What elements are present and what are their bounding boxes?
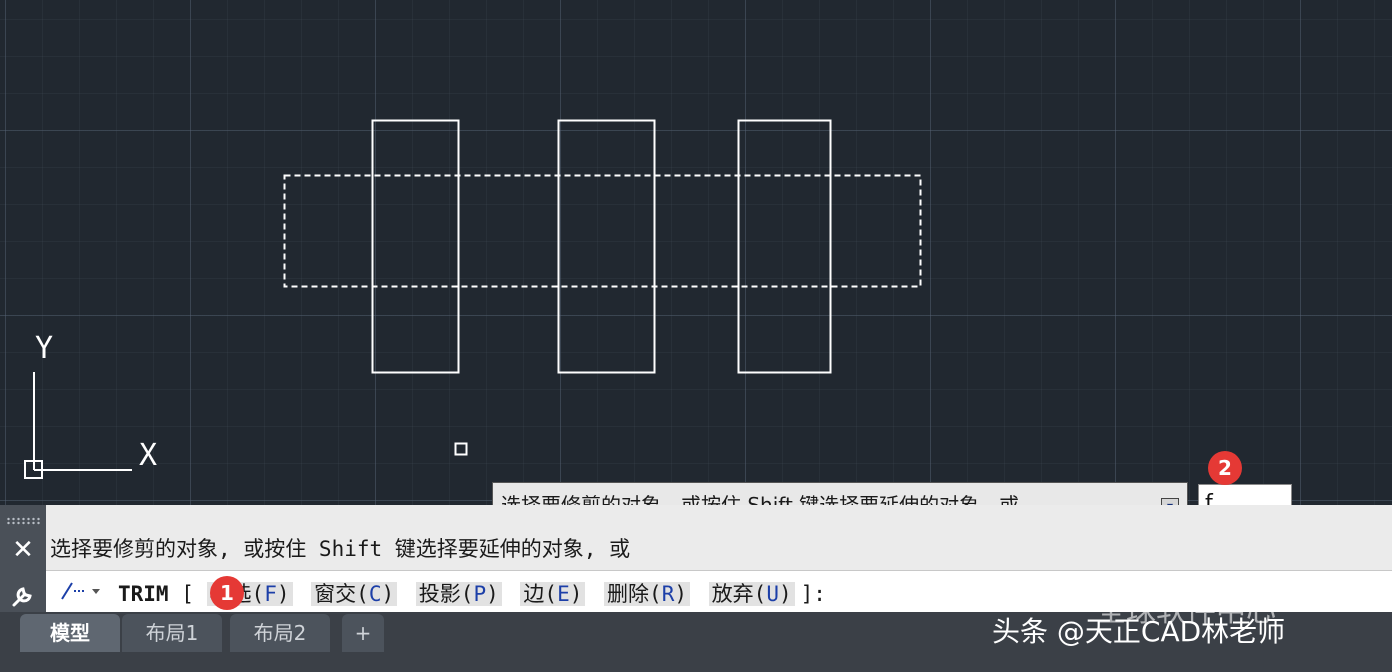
option-edge[interactable]: 边(E) [520,582,586,606]
callout-badge-1: 1 [210,576,244,610]
callout-badge-2: 2 [1208,451,1242,485]
command-prompt-icon[interactable] [58,579,104,603]
drawing-svg[interactable] [0,0,1392,505]
dashed-selected-rectangle[interactable] [283,174,922,288]
wrench-icon[interactable] [6,581,38,609]
tab-layout1[interactable]: 布局1 [122,614,222,652]
option-open-bracket: [ [181,582,194,606]
option-crossing[interactable]: 窗交(C) [311,582,398,606]
option-close-bracket: ]: [800,582,826,606]
watermark-text: 头条 @天正CAD林老师 [992,615,1286,648]
rectangle-3[interactable] [737,119,832,374]
command-window-grip[interactable]: ✕ [0,505,46,612]
rectangle-2[interactable] [557,119,656,374]
rectangle-1[interactable] [371,119,460,374]
ucs-y-label: Y [35,331,54,366]
tab-model[interactable]: 模型 [20,614,120,652]
ucs-x-label: X [139,438,158,473]
close-icon[interactable]: ✕ [8,535,38,565]
add-layout-button[interactable]: + [342,614,384,652]
command-history-line: 选择要修剪的对象, 或按住 Shift 键选择要延伸的对象, 或 [50,537,631,561]
pickbox-cursor [454,442,468,456]
tab-layout2[interactable]: 布局2 [230,614,330,652]
option-project[interactable]: 投影(P) [415,582,502,606]
command-name: TRIM [118,582,169,606]
drawing-canvas[interactable]: Y X [0,0,1392,505]
ucs-icon [24,372,132,479]
option-erase[interactable]: 删除(R) [604,582,691,606]
drag-handle-icon[interactable] [6,517,40,525]
option-undo[interactable]: 放弃(U) [708,582,795,606]
